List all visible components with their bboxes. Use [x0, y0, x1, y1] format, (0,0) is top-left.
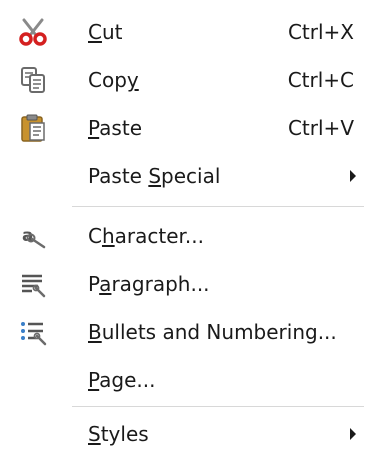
context-menu: Cut Ctrl+X Copy Ctrl+C Paste Ctrl+V Past… [0, 0, 370, 450]
shortcut-label: Ctrl+C [287, 68, 354, 92]
menu-item-label: Cut [88, 20, 123, 44]
scissors-icon [18, 17, 48, 47]
menu-item-label: Paste Special [88, 164, 221, 188]
submenu-arrow-icon [350, 170, 356, 182]
menu-item-label: Bullets and Numbering... [88, 320, 337, 344]
menu-item-copy[interactable]: Copy Ctrl+C [0, 56, 370, 104]
menu-item-label: Paragraph... [88, 272, 210, 296]
menu-item-character[interactable]: a Character... [0, 212, 370, 260]
clipboard-icon [18, 113, 48, 143]
copy-icon [18, 65, 48, 95]
menu-item-label: Page... [88, 368, 156, 392]
shortcut-label: Ctrl+X [287, 20, 354, 44]
menu-item-paste[interactable]: Paste Ctrl+V [0, 104, 370, 152]
menu-item-paste-special[interactable]: Paste Special [0, 152, 370, 200]
menu-separator [72, 206, 364, 207]
menu-item-styles[interactable]: Styles [0, 410, 370, 450]
menu-item-paragraph[interactable]: Paragraph... [0, 260, 370, 308]
shortcut-label: Ctrl+V [287, 116, 354, 140]
menu-item-label: Copy [88, 68, 139, 92]
bullets-numbering-icon [18, 317, 48, 347]
submenu-arrow-icon [350, 428, 356, 440]
menu-item-page[interactable]: Page... [0, 356, 370, 404]
menu-item-cut[interactable]: Cut Ctrl+X [0, 8, 370, 56]
menu-item-label: Character... [88, 224, 204, 248]
paragraph-format-icon [18, 269, 48, 299]
menu-separator [72, 406, 364, 407]
menu-item-label: Styles [88, 422, 149, 446]
menu-item-bullets-numbering[interactable]: Bullets and Numbering... [0, 308, 370, 356]
menu-item-label: Paste [88, 116, 142, 140]
character-format-icon: a [18, 221, 48, 251]
